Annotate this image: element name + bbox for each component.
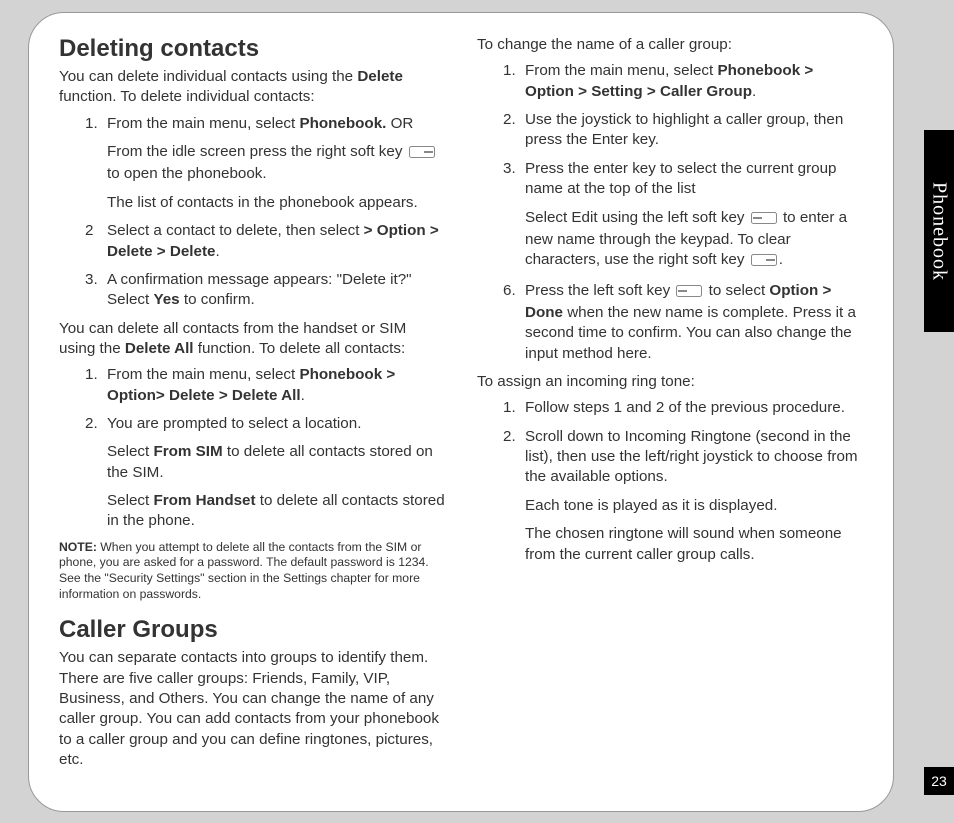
list-number: 2.: [85, 414, 105, 434]
left-softkey-icon: [676, 283, 702, 303]
text: .: [779, 251, 783, 268]
ordered-list: 1. From the main menu, select Phonebook …: [59, 365, 445, 532]
text: Select: [107, 443, 153, 460]
text: Scroll down to Incoming Ringtone (second…: [525, 428, 858, 486]
text: Select Edit using the left soft key: [525, 209, 749, 226]
text-bold: From Handset: [153, 492, 255, 509]
text: From the main menu, select: [107, 366, 299, 383]
list-item: 3. A confirmation message appears: "Dele…: [85, 270, 445, 311]
list-item: 1. From the main menu, select Phonebook …: [503, 61, 863, 102]
text: function. To delete all contacts:: [194, 340, 406, 357]
list-number: 1.: [503, 398, 523, 418]
list-item: 6. Press the left soft key to select Opt…: [503, 281, 863, 364]
list-item: 1. From the main menu, select Phonebook …: [85, 365, 445, 406]
list-item: 1. From the main menu, select Phonebook.…: [85, 114, 445, 213]
paragraph: The chosen ringtone will sound when some…: [525, 524, 863, 565]
list-number: 6.: [503, 281, 523, 301]
text: to confirm.: [180, 291, 255, 308]
list-item: 2. You are prompted to select a location…: [85, 414, 445, 532]
text: function. To delete individual contacts:: [59, 88, 315, 105]
text: From the main menu, select: [107, 115, 299, 132]
text: .: [215, 243, 219, 260]
list-number: 2: [85, 221, 105, 241]
text: From the main menu, select: [525, 62, 717, 79]
text-bold: Phonebook.: [299, 115, 386, 132]
text: .: [752, 83, 756, 100]
ordered-list: 1. From the main menu, select Phonebook …: [477, 61, 863, 364]
page-number-value: 23: [931, 773, 947, 789]
heading-caller-groups: Caller Groups: [59, 616, 445, 644]
text-bold: Delete All: [125, 340, 194, 357]
page-number: 23: [924, 767, 954, 795]
list-item: 1. Follow steps 1 and 2 of the previous …: [503, 398, 863, 418]
paragraph: You can delete individual contacts using…: [59, 67, 445, 108]
text: Follow steps 1 and 2 of the previous pro…: [525, 399, 845, 416]
list-number: 3.: [503, 159, 523, 179]
text: Use the joystick to highlight a caller g…: [525, 111, 843, 148]
section-tab: Phonebook: [924, 130, 954, 332]
list-number: 3.: [85, 270, 105, 290]
text: to select: [704, 282, 769, 299]
text: Select a contact to delete, then select: [107, 222, 364, 239]
paragraph: Each tone is played as it is displayed.: [525, 496, 863, 516]
list-item: 3. Press the enter key to select the cur…: [503, 159, 863, 273]
paragraph: Select Edit using the left soft key to e…: [525, 208, 863, 273]
list-number: 1.: [503, 61, 523, 81]
right-softkey-icon: [751, 252, 777, 272]
list-number: 2.: [503, 110, 523, 130]
right-softkey-icon: [409, 144, 435, 164]
text: when the new name is complete. Press it …: [525, 304, 856, 362]
list-number: 2.: [503, 427, 523, 447]
text-bold: Delete: [357, 68, 403, 85]
manual-page: Deleting contacts You can delete individ…: [28, 12, 894, 812]
list-number: 1.: [85, 365, 105, 385]
text-bold: From SIM: [153, 443, 222, 460]
text: Press the enter key to select the curren…: [525, 160, 837, 197]
list-number: 1.: [85, 114, 105, 134]
paragraph: You can separate contacts into groups to…: [59, 648, 445, 770]
ordered-list: 1. Follow steps 1 and 2 of the previous …: [477, 398, 863, 565]
ordered-list: 1. From the main menu, select Phonebook.…: [59, 114, 445, 311]
paragraph: To assign an incoming ring tone:: [477, 372, 863, 392]
note-text: When you attempt to delete all the conta…: [59, 540, 429, 601]
text: You are prompted to select a location.: [107, 415, 361, 432]
list-item: 2. Scroll down to Incoming Ringtone (sec…: [503, 427, 863, 565]
left-softkey-icon: [751, 210, 777, 230]
note-paragraph: NOTE: When you attempt to delete all the…: [59, 540, 445, 602]
paragraph: From the idle screen press the right sof…: [107, 142, 445, 185]
text: OR: [386, 115, 413, 132]
paragraph: To change the name of a caller group:: [477, 35, 863, 55]
paragraph: You can delete all contacts from the han…: [59, 319, 445, 360]
text: Select: [107, 492, 153, 509]
heading-deleting-contacts: Deleting contacts: [59, 35, 445, 63]
list-item: 2 Select a contact to delete, then selec…: [85, 221, 445, 262]
text: to open the phonebook.: [107, 165, 267, 182]
paragraph: The list of contacts in the phonebook ap…: [107, 193, 445, 213]
text: From the idle screen press the right sof…: [107, 143, 407, 160]
paragraph: Select From SIM to delete all contacts s…: [107, 442, 445, 483]
text: Press the left soft key: [525, 282, 674, 299]
list-item: 2. Use the joystick to highlight a calle…: [503, 110, 863, 151]
section-tab-label: Phonebook: [928, 182, 951, 281]
content-columns: Deleting contacts You can delete individ…: [59, 35, 863, 793]
paragraph: Select From Handset to delete all contac…: [107, 491, 445, 532]
text: You can delete individual contacts using…: [59, 68, 357, 85]
text: .: [301, 387, 305, 404]
note-label: NOTE:: [59, 540, 97, 554]
text-bold: Yes: [153, 291, 179, 308]
